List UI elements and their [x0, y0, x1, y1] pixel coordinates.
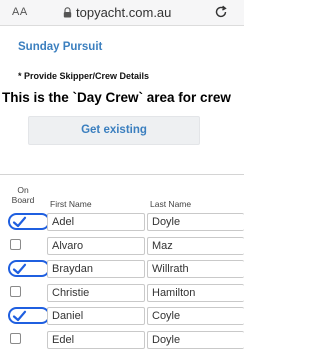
table-row: Adel Doyle: [0, 212, 244, 232]
on-board-checkbox[interactable]: [8, 307, 50, 324]
first-name-field[interactable]: Daniel: [47, 307, 145, 325]
header-on-board: On Board: [11, 185, 35, 205]
check-icon: [12, 263, 27, 275]
header-first-name: First Name: [50, 199, 92, 209]
first-name-field[interactable]: Adel: [47, 213, 145, 231]
table-row: Christie Hamilton: [0, 283, 244, 303]
details-notice: * Provide Skipper/Crew Details: [18, 71, 150, 81]
on-board-checkbox[interactable]: [8, 213, 50, 230]
browser-address-bar[interactable]: AA topyacht.com.au: [0, 0, 244, 26]
last-name-field[interactable]: Hamilton: [147, 283, 244, 302]
table-row: Daniel Coyle: [0, 306, 244, 326]
on-board-checkbox[interactable]: [8, 260, 50, 277]
first-name-field[interactable]: Christie: [47, 283, 145, 302]
table-row: Braydan Willrath: [0, 259, 244, 279]
text-size-button[interactable]: AA: [12, 6, 28, 18]
last-name-field[interactable]: Doyle: [147, 213, 244, 231]
first-name-field[interactable]: Braydan: [47, 260, 145, 278]
url-text[interactable]: topyacht.com.au: [76, 5, 171, 20]
divider: [0, 174, 244, 175]
last-name-field[interactable]: Willrath: [147, 260, 244, 278]
on-board-checkbox[interactable]: [10, 238, 21, 250]
check-icon: [12, 216, 27, 228]
last-name-field[interactable]: Doyle: [147, 330, 244, 349]
reload-icon[interactable]: [214, 5, 228, 19]
check-icon: [12, 310, 27, 322]
get-existing-button[interactable]: Get existing: [28, 116, 200, 145]
header-last-name: Last Name: [150, 199, 192, 209]
on-board-checkbox[interactable]: [10, 332, 21, 344]
page-title: Sunday Pursuit: [18, 41, 103, 53]
day-crew-banner: This is the `Day Crew` area for crew: [2, 90, 231, 105]
first-name-field[interactable]: Alvaro: [47, 236, 145, 255]
last-name-field[interactable]: Coyle: [147, 307, 244, 325]
on-board-checkbox[interactable]: [10, 285, 21, 297]
lock-icon: [63, 7, 72, 18]
table-row: Alvaro Maz: [0, 236, 244, 256]
last-name-field[interactable]: Maz: [147, 236, 244, 255]
table-row: Edel Doyle: [0, 330, 244, 350]
first-name-field[interactable]: Edel: [47, 330, 145, 349]
